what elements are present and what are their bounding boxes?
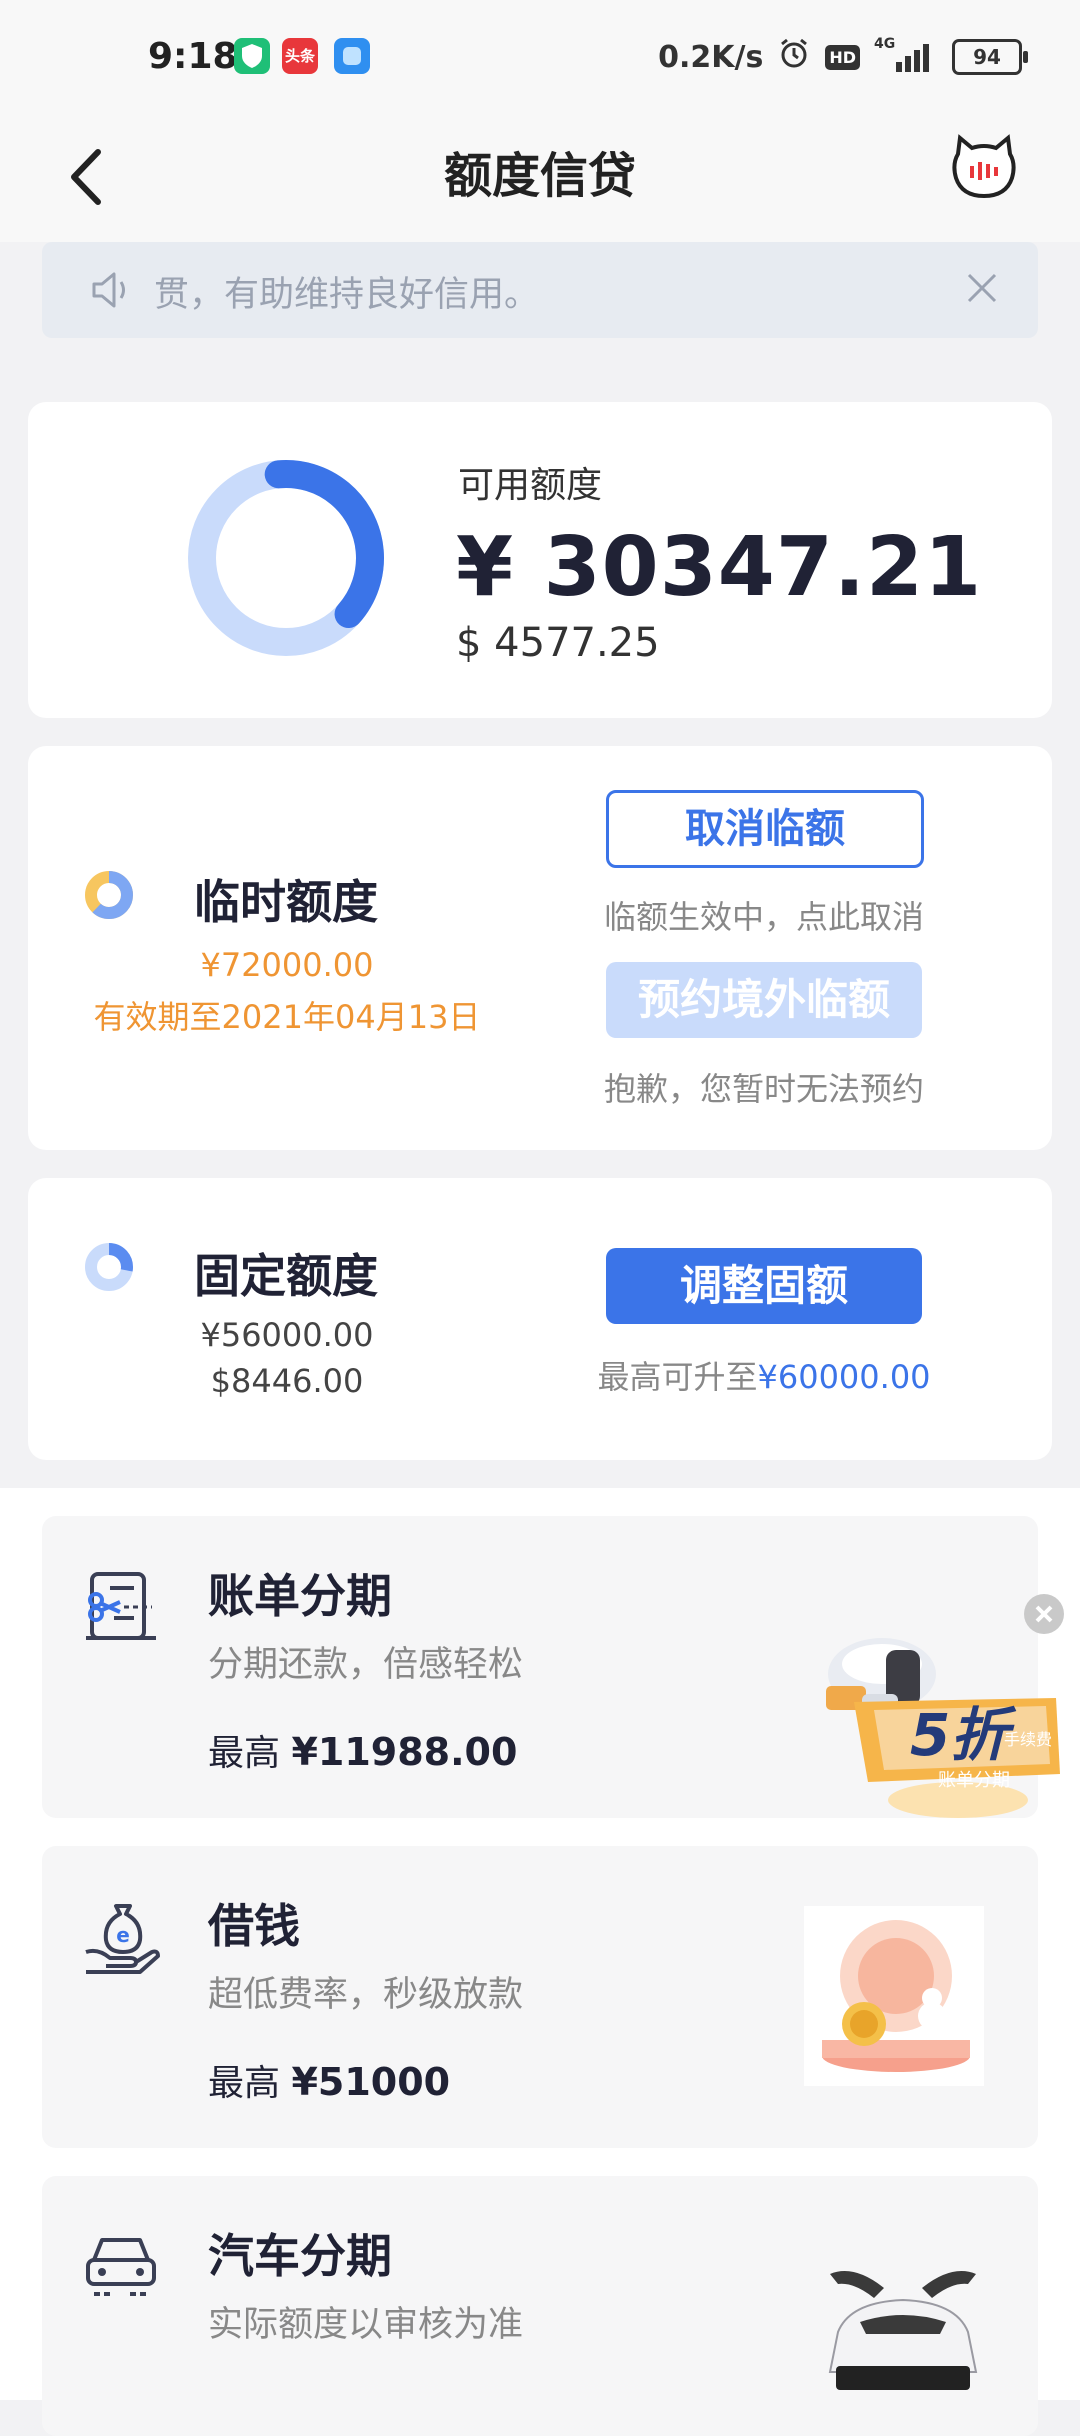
installment-discount-promo[interactable]: 5折 手续费 账单分期 (808, 1602, 1076, 1838)
promo-discount: 5折 (910, 1701, 1009, 1769)
product-title: 汽车分期 (208, 2229, 392, 2283)
fixed-credit-title: 固定额度 (194, 1249, 378, 1303)
fixed-credit-usd: $8446.00 (210, 1362, 364, 1400)
cancel-temporary-credit-button[interactable]: 取消临额 (606, 790, 924, 868)
available-credit-label: 可用额度 (458, 465, 603, 506)
customer-service-cat-icon[interactable] (950, 134, 1018, 200)
adjust-fixed-credit-button[interactable]: 调整固额 (606, 1248, 922, 1324)
signal-icon: 4G (874, 36, 938, 74)
status-time: 9:18 (148, 36, 238, 77)
network-speed: 0.2K/s (658, 39, 764, 75)
car-promo-image (808, 2262, 998, 2400)
svg-text:e: e (116, 1923, 130, 1947)
money-bag-hand-icon: e (80, 1900, 162, 1976)
temporary-credit-ring-icon (85, 871, 133, 919)
fixed-credit-hint-prefix: 最高可升至 (597, 1358, 758, 1396)
piggy-bank-illustration (822, 1920, 970, 2072)
fixed-credit-ring-icon (85, 1243, 133, 1291)
close-icon[interactable] (964, 270, 1000, 306)
product-max-label: 最高 (208, 2063, 281, 2104)
temporary-credit-title: 临时额度 (194, 875, 378, 929)
fixed-credit-rmb: ¥56000.00 (200, 1316, 374, 1354)
news-app-icon: 头条 (282, 38, 318, 74)
browser-app-icon (334, 38, 370, 74)
car-icon (80, 2230, 162, 2306)
available-credit-ring (188, 460, 384, 656)
page-title: 额度信贷 (443, 148, 636, 204)
notice-text: 贯，有助维持良好信用。 (154, 275, 540, 315)
product-title: 账单分期 (208, 1569, 392, 1623)
security-app-icon (234, 38, 270, 74)
battery-icon: 94 (952, 39, 1028, 75)
hd-icon: HD (825, 44, 860, 70)
product-max: 最高 ¥11988.00 (208, 1724, 517, 1776)
nav-bar: 额度信贷 (0, 120, 1080, 242)
promo-fee-label: 手续费 (1004, 1730, 1053, 1749)
temporary-credit-validity: 有效期至2021年04月13日 (93, 998, 481, 1036)
speaker-icon (90, 270, 134, 310)
notice-banner: 贯，有助维持良好信用。 (42, 242, 1038, 338)
available-credit-usd: $ 4577.25 (456, 620, 660, 666)
product-max-value: ¥11988.00 (291, 1730, 518, 1774)
reserve-hint: 抱歉，您暂时无法预约 (603, 1070, 924, 1108)
bill-scissors-icon (80, 1570, 162, 1646)
available-credit-rmb: ¥ 30347.21 (456, 520, 983, 615)
product-subtitle: 实际额度以审核为准 (208, 2305, 524, 2345)
product-title: 借钱 (208, 1899, 300, 1953)
product-subtitle: 分期还款，倍感轻松 (208, 1645, 524, 1685)
fixed-credit-hint-amount: ¥60000.00 (757, 1358, 931, 1396)
status-bar: 9:18 头条 0.2K/s HD 4G 94 (0, 0, 1080, 120)
car-illustration (828, 2271, 978, 2390)
status-indicators: 0.2K/s HD 4G 94 (658, 36, 1028, 78)
product-max: 最高 ¥51000 (208, 2054, 450, 2106)
product-subtitle: 超低费率，秒级放款 (208, 1975, 524, 2015)
promo-tag: 账单分期 (938, 1770, 1010, 1791)
reserve-overseas-credit-button[interactable]: 预约境外临额 (606, 962, 922, 1038)
cancel-hint: 临额生效中，点此取消 (603, 898, 924, 936)
borrow-promo-image (804, 1906, 984, 2086)
product-max-label: 最高 (208, 1733, 281, 1774)
alarm-icon (777, 36, 811, 78)
temporary-credit-amount: ¥72000.00 (200, 946, 374, 984)
product-max-value: ¥51000 (291, 2060, 451, 2104)
fixed-credit-hint: 最高可升至¥60000.00 (560, 1352, 968, 1398)
